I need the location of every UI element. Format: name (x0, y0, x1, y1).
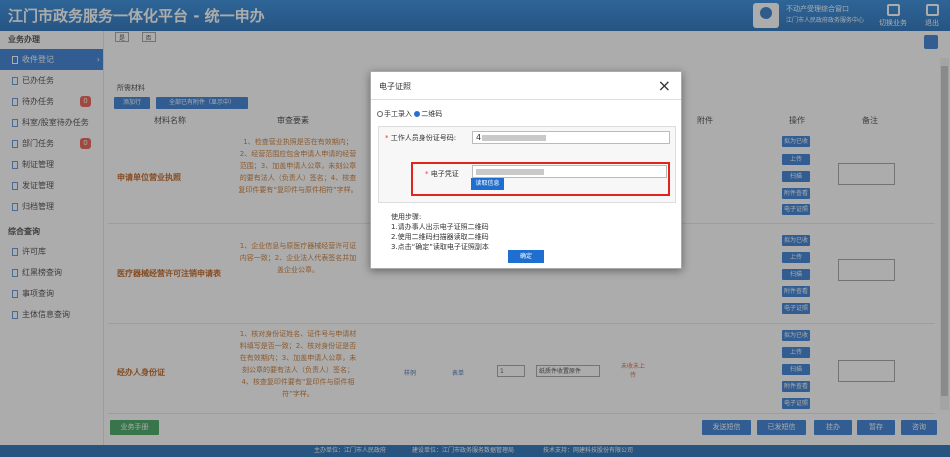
id-number-input[interactable]: 4 (472, 131, 670, 144)
confirm-button[interactable]: 确定 (508, 250, 544, 263)
usage-steps: 使用步骤: 1.请办事人出示电子证照二维码 2.使用二维码扫描器读取二维码 3.… (391, 213, 489, 251)
dialog-header: 电子证照 × (371, 72, 681, 100)
radio-manual[interactable] (377, 111, 383, 117)
read-info-button[interactable]: 读取信息 (471, 178, 504, 190)
input-mode-radios: 手工录入 二维码 (377, 109, 442, 119)
close-icon[interactable]: × (658, 76, 671, 95)
highlight-box (411, 162, 670, 196)
radio-manual-label: 手工录入 (384, 110, 412, 118)
id-label: * 工作人员身份证号码: (385, 134, 457, 142)
radio-qr-label: 二维码 (421, 110, 443, 118)
dialog-title: 电子证照 (379, 82, 411, 91)
radio-qr[interactable] (414, 111, 421, 117)
